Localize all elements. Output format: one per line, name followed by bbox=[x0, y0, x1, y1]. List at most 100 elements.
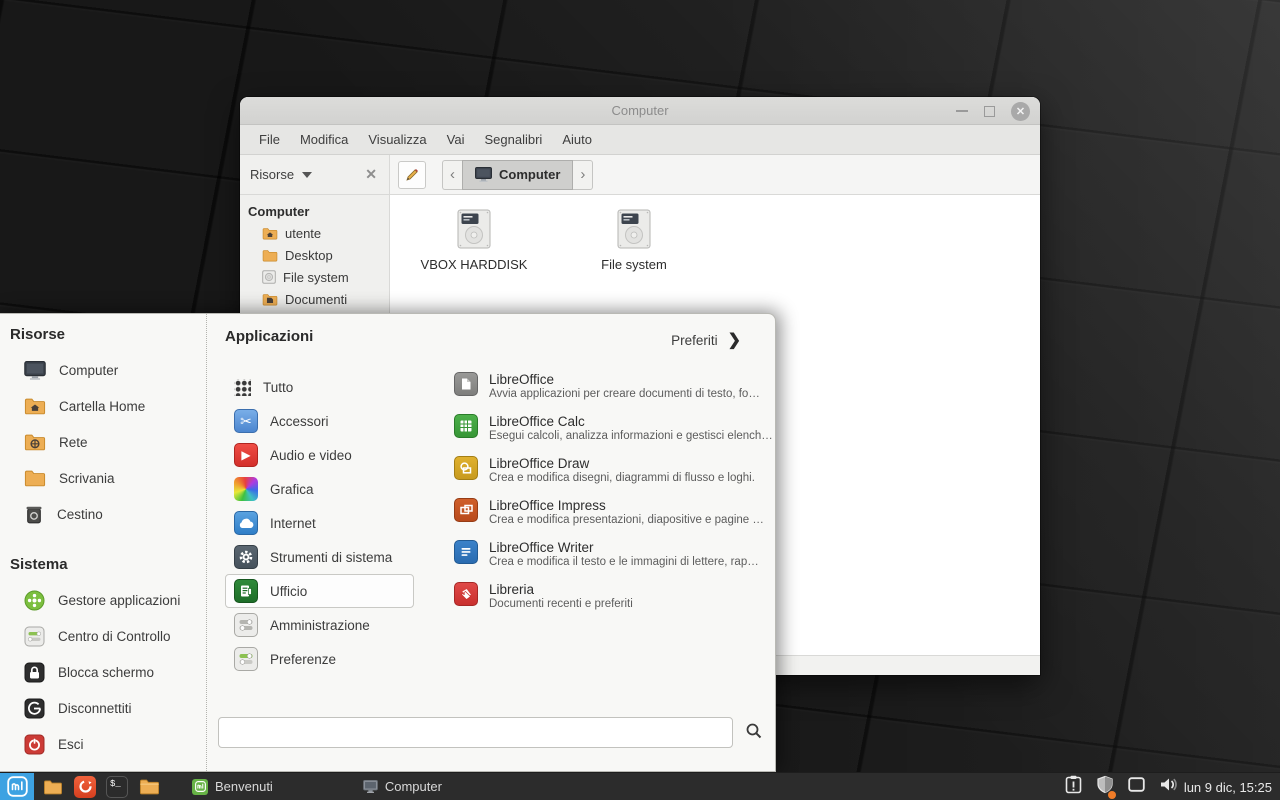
harddisk-icon bbox=[457, 209, 491, 249]
category-internet[interactable]: Internet bbox=[225, 506, 414, 540]
app-libreoffice-impress[interactable]: LibreOffice Impress Crea e modifica pres… bbox=[454, 498, 775, 540]
places-heading: Risorse bbox=[0, 326, 206, 352]
window-title: Computer bbox=[240, 103, 1040, 118]
search-icon bbox=[745, 722, 763, 745]
menu-item-blocca-schermo[interactable]: Blocca schermo bbox=[0, 654, 206, 690]
trash-icon bbox=[24, 504, 44, 524]
launcher-folder[interactable] bbox=[40, 773, 66, 800]
sidebar-item-utente[interactable]: utente bbox=[240, 222, 389, 244]
clipboard-alert-icon[interactable] bbox=[1065, 775, 1082, 799]
menu-bar: File Modifica Visualizza Vai Segnalibri … bbox=[240, 125, 1040, 155]
menu-item-cartella-home[interactable]: Cartella Home bbox=[0, 388, 206, 424]
menu-visualizza[interactable]: Visualizza bbox=[359, 128, 435, 151]
window-icon[interactable] bbox=[1128, 777, 1145, 797]
launcher-firefox[interactable] bbox=[72, 773, 98, 800]
menu-item-disconnettiti[interactable]: Disconnettiti bbox=[0, 690, 206, 726]
sidebar-item-documenti[interactable]: Documenti bbox=[240, 288, 389, 310]
taskbar-window-benvenuti[interactable]: Benvenuti bbox=[186, 773, 279, 800]
computer-icon bbox=[363, 780, 378, 793]
terminal-icon: $_ bbox=[106, 776, 128, 798]
launcher-files[interactable] bbox=[136, 773, 162, 800]
menu-vai[interactable]: Vai bbox=[438, 128, 474, 151]
libreoffice-writer-icon bbox=[454, 540, 478, 564]
minimize-button[interactable] bbox=[956, 110, 968, 112]
system-tools-icon bbox=[234, 545, 258, 569]
taskbar-window-computer[interactable]: Computer bbox=[357, 773, 448, 800]
close-button[interactable]: ✕ bbox=[1011, 102, 1030, 121]
sidebar-item-filesystem[interactable]: File system bbox=[240, 266, 389, 288]
all-apps-icon bbox=[234, 379, 251, 396]
office-icon bbox=[234, 579, 258, 603]
breadcrumb-computer-button[interactable]: Computer bbox=[462, 160, 573, 190]
power-icon bbox=[24, 734, 45, 755]
menu-item-cestino[interactable]: Cestino bbox=[0, 496, 206, 532]
multimedia-icon: ▶ bbox=[234, 443, 258, 467]
menu-item-scrivania[interactable]: Scrivania bbox=[0, 460, 206, 496]
breadcrumb-back-button[interactable]: ‹ bbox=[442, 160, 462, 190]
menu-item-gestore-applicazioni[interactable]: Gestore applicazioni bbox=[0, 582, 206, 618]
maximize-button[interactable] bbox=[984, 106, 995, 117]
edit-location-button[interactable] bbox=[398, 161, 426, 189]
category-strumenti-di-sistema[interactable]: Strumenti di sistema bbox=[225, 540, 414, 574]
window-titlebar[interactable]: Computer ✕ bbox=[240, 97, 1040, 125]
desktop: Computer ✕ File Modifica Visualizza Vai … bbox=[0, 0, 1280, 800]
libreoffice-impress-icon bbox=[454, 498, 478, 522]
menu-item-centro-di-controllo[interactable]: Centro di Controllo bbox=[0, 618, 206, 654]
clock[interactable]: lun 9 dic, 15:25 bbox=[1184, 773, 1272, 800]
app-libreoffice[interactable]: LibreOffice Avvia applicazioni per crear… bbox=[454, 372, 775, 414]
taskbar-window-label: Benvenuti bbox=[215, 779, 273, 794]
internet-icon bbox=[234, 511, 258, 535]
folder-icon bbox=[24, 469, 46, 487]
menu-file[interactable]: File bbox=[250, 128, 289, 151]
system-heading: Sistema bbox=[0, 556, 206, 582]
places-close-icon[interactable]: ✕ bbox=[365, 166, 377, 183]
search-input[interactable] bbox=[218, 717, 733, 748]
control-center-icon bbox=[24, 626, 45, 647]
menu-item-esci[interactable]: Esci bbox=[0, 726, 206, 762]
launcher-terminal[interactable]: $_ bbox=[104, 773, 130, 800]
sidebar-item-desktop[interactable]: Desktop bbox=[240, 244, 389, 266]
category-grafica[interactable]: Grafica bbox=[225, 472, 414, 506]
toolbar: Risorse ✕ ‹ bbox=[240, 155, 1040, 195]
category-preferenze[interactable]: Preferenze bbox=[225, 642, 414, 676]
menu-item-computer[interactable]: Computer bbox=[0, 352, 206, 388]
notification-dot bbox=[1108, 791, 1116, 799]
chevron-down-icon bbox=[302, 172, 312, 178]
mint-welcome-icon bbox=[192, 779, 208, 795]
category-ufficio[interactable]: Ufficio bbox=[225, 574, 414, 608]
file-item-vbox-harddisk[interactable]: VBOX HARDDISK bbox=[394, 209, 554, 272]
category-accessori[interactable]: ✂ Accessori bbox=[225, 404, 414, 438]
category-audio-e-video[interactable]: ▶ Audio e video bbox=[225, 438, 414, 472]
app-libreoffice-calc[interactable]: LibreOffice Calc Esegui calcoli, analizz… bbox=[454, 414, 775, 456]
menu-segnalibri[interactable]: Segnalibri bbox=[476, 128, 552, 151]
category-amministrazione[interactable]: Amministrazione bbox=[225, 608, 414, 642]
harddisk-icon bbox=[617, 209, 651, 249]
menu-modifica[interactable]: Modifica bbox=[291, 128, 357, 151]
sidebar-item-computer[interactable]: Computer bbox=[240, 200, 389, 222]
menu-item-rete[interactable]: Rete bbox=[0, 424, 206, 460]
category-tutto[interactable]: Tutto bbox=[225, 370, 414, 404]
file-item-file-system[interactable]: File system bbox=[554, 209, 714, 272]
folder-icon bbox=[43, 779, 63, 795]
app-libreoffice-draw[interactable]: LibreOffice Draw Crea e modifica disegni… bbox=[454, 456, 775, 498]
pencil-icon bbox=[404, 167, 420, 183]
home-folder-icon bbox=[24, 397, 46, 415]
taskbar-window-label: Computer bbox=[385, 779, 442, 794]
mint-menu-button[interactable] bbox=[0, 773, 34, 800]
home-folder-icon bbox=[262, 227, 278, 240]
breadcrumb-forward-button[interactable]: › bbox=[573, 160, 593, 190]
folder-icon bbox=[262, 249, 278, 262]
chevron-right-icon: ❯ bbox=[728, 330, 741, 350]
software-manager-icon bbox=[24, 590, 45, 611]
file-label: File system bbox=[601, 257, 667, 272]
shield-icon[interactable] bbox=[1096, 775, 1114, 799]
menu-aiuto[interactable]: Aiuto bbox=[553, 128, 601, 151]
favorites-link[interactable]: Preferiti ❯ bbox=[671, 330, 741, 350]
computer-icon bbox=[475, 167, 492, 182]
accessories-icon: ✂ bbox=[234, 409, 258, 433]
speaker-icon[interactable] bbox=[1159, 776, 1180, 798]
app-libreria[interactable]: Libreria Documenti recenti e preferiti bbox=[454, 582, 775, 624]
app-libreoffice-writer[interactable]: LibreOffice Writer Crea e modifica il te… bbox=[454, 540, 775, 582]
administration-icon bbox=[234, 613, 258, 637]
places-dropdown[interactable]: Risorse bbox=[248, 167, 365, 182]
